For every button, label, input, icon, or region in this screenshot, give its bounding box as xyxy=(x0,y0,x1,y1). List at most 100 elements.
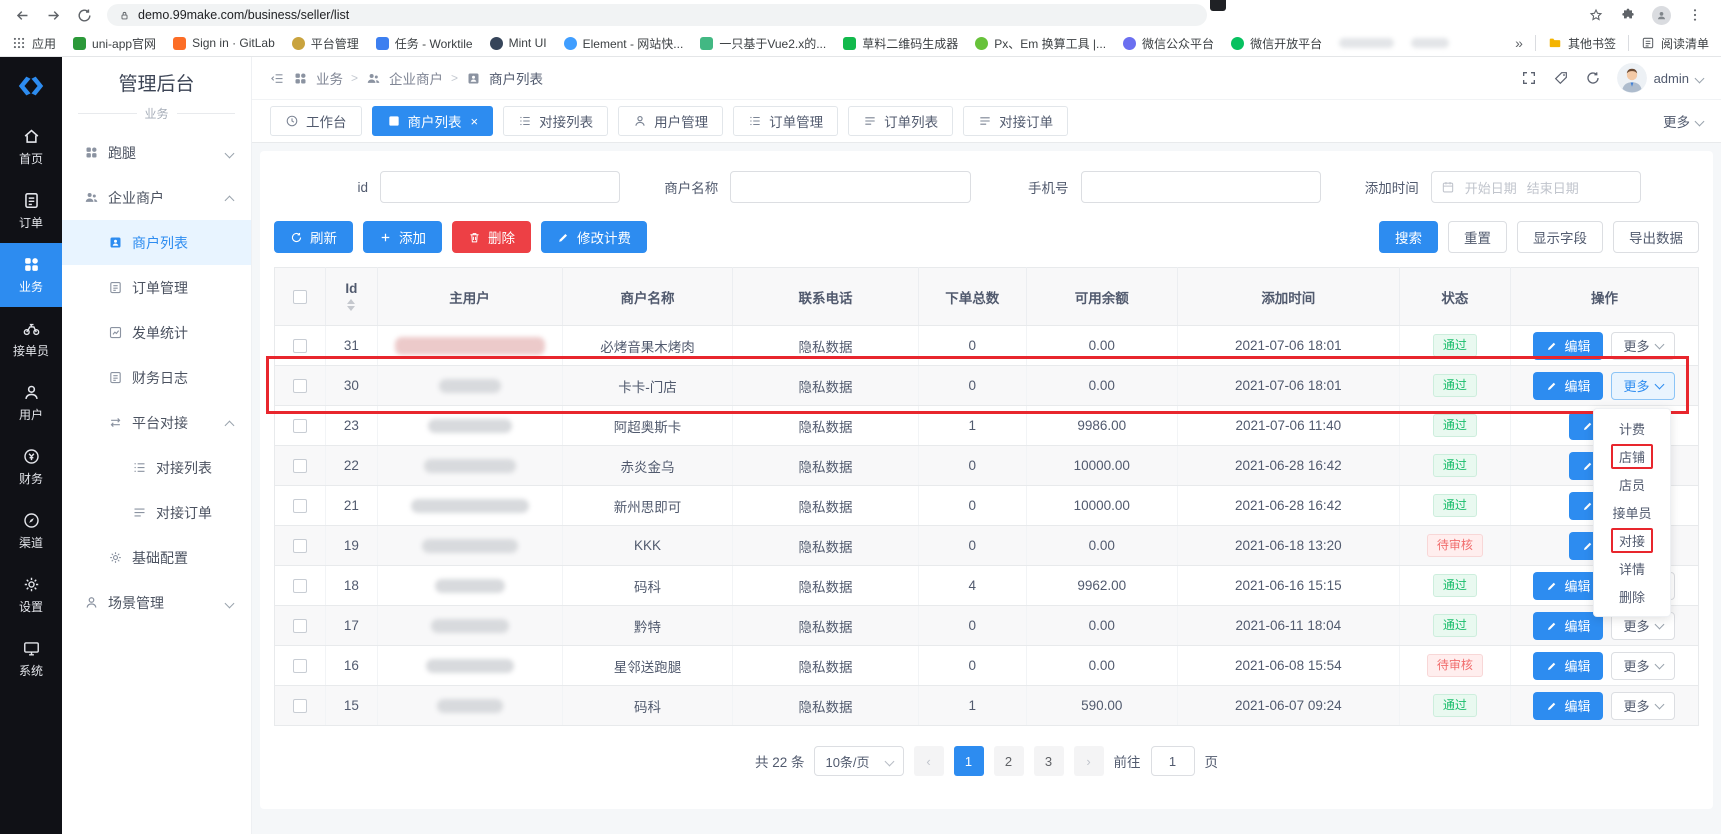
bookmark-wechat-open[interactable]: 微信开放平台 xyxy=(1231,35,1322,52)
tab-workbench[interactable]: 工作台 xyxy=(270,106,362,136)
more-button[interactable]: 更多 xyxy=(1611,332,1675,360)
rail-item-business[interactable]: 业务 xyxy=(0,243,62,307)
phone-filter-input[interactable] xyxy=(1081,171,1321,203)
select-all-checkbox[interactable] xyxy=(293,290,307,304)
sidebar-item-merchant-list[interactable]: 商户列表 xyxy=(62,220,251,265)
row-checkbox[interactable] xyxy=(293,539,307,553)
row-checkbox[interactable] xyxy=(293,699,307,713)
dropdown-item-connect[interactable]: 对接 xyxy=(1611,528,1653,553)
export-data-button[interactable]: 导出数据 xyxy=(1613,221,1699,253)
tab-merchant-list[interactable]: 商户列表× xyxy=(372,106,494,136)
modify-fee-button[interactable]: 修改计费 xyxy=(541,221,647,253)
prev-page-button[interactable]: ‹ xyxy=(914,746,944,776)
page-button-2[interactable]: 2 xyxy=(994,746,1024,776)
bookmark-platform[interactable]: 平台管理 xyxy=(292,35,359,52)
row-checkbox[interactable] xyxy=(293,339,307,353)
row-checkbox[interactable] xyxy=(293,499,307,513)
refresh-icon[interactable] xyxy=(1585,70,1601,86)
tab-order-list[interactable]: 订单列表 xyxy=(848,106,953,136)
tab-connect-list[interactable]: 对接列表 xyxy=(503,106,608,136)
sidebar-item-finance-log[interactable]: 财务日志 xyxy=(62,355,251,400)
bookmark-pxem[interactable]: Px、Em 换算工具 |... xyxy=(975,35,1106,52)
sidebar-item-dispatch-stats[interactable]: 发单统计 xyxy=(62,310,251,355)
dropdown-item-shop[interactable]: 店铺 xyxy=(1611,444,1653,469)
edit-button[interactable]: 编辑 xyxy=(1533,692,1603,720)
dropdown-item-billing[interactable]: 计费 xyxy=(1613,416,1651,441)
tab-connect-orders[interactable]: 对接订单 xyxy=(963,106,1068,136)
bookmark-star-icon[interactable] xyxy=(1588,7,1604,23)
breadcrumb-item[interactable]: 企业商户 xyxy=(389,68,443,88)
next-page-button[interactable]: › xyxy=(1074,746,1104,776)
row-checkbox[interactable] xyxy=(293,459,307,473)
edit-button[interactable]: 编辑 xyxy=(1533,372,1603,400)
sort-icon[interactable] xyxy=(347,299,355,311)
sidebar-item-merchants[interactable]: 企业商户 xyxy=(62,175,251,220)
rail-item-channels[interactable]: 渠道 xyxy=(0,499,62,563)
row-checkbox[interactable] xyxy=(293,379,307,393)
extensions-puzzle-icon[interactable] xyxy=(1620,7,1636,23)
tab-user-mgmt[interactable]: 用户管理 xyxy=(618,106,723,136)
delete-button[interactable]: 删除 xyxy=(452,221,531,253)
bookmark-element[interactable]: Element - 网站快... xyxy=(564,35,684,52)
bookmark-qrcode[interactable]: 草料二维码生成器 xyxy=(843,35,958,52)
rail-item-orders[interactable]: 订单 xyxy=(0,179,62,243)
dropdown-item-clerk[interactable]: 店员 xyxy=(1613,472,1651,497)
back-icon[interactable] xyxy=(14,7,31,24)
tabs-more-button[interactable]: 更多 xyxy=(1663,111,1703,131)
refresh-button[interactable]: 刷新 xyxy=(274,221,353,253)
row-checkbox[interactable] xyxy=(293,659,307,673)
dropdown-item-delete[interactable]: 删除 xyxy=(1613,584,1651,609)
close-icon[interactable]: × xyxy=(471,114,479,129)
more-button[interactable]: 更多 xyxy=(1611,652,1675,680)
tab-order-mgmt[interactable]: 订单管理 xyxy=(733,106,838,136)
id-filter-input[interactable] xyxy=(380,171,620,203)
edit-button[interactable]: 编辑 xyxy=(1533,332,1603,360)
sidebar-item-connect-list[interactable]: 对接列表 xyxy=(62,445,251,490)
row-checkbox[interactable] xyxy=(293,579,307,593)
goto-page-input[interactable] xyxy=(1151,746,1195,776)
reading-list-button[interactable]: 阅读清单 xyxy=(1641,35,1709,52)
edit-button[interactable]: 编辑 xyxy=(1533,652,1603,680)
bookmark-worktile[interactable]: 任务 - Worktile xyxy=(376,35,473,52)
merchant-name-filter-input[interactable] xyxy=(730,171,970,203)
dropdown-item-detail[interactable]: 详情 xyxy=(1613,556,1651,581)
rail-item-settings[interactable]: 设置 xyxy=(0,563,62,627)
rail-item-finance[interactable]: 财务 xyxy=(0,435,62,499)
sidebar-item-scene-mgmt[interactable]: 场景管理 xyxy=(62,580,251,625)
bookmark-vue[interactable]: 一只基于Vue2.x的... xyxy=(700,35,826,52)
bookmark-uniapp[interactable]: uni-app官网 xyxy=(73,35,156,52)
sidebar-item-order-mgmt[interactable]: 订单管理 xyxy=(62,265,251,310)
bookmark-apps[interactable]: 应用 xyxy=(12,35,56,52)
add-button[interactable]: 添加 xyxy=(363,221,442,253)
search-button[interactable]: 搜索 xyxy=(1379,221,1438,253)
row-checkbox[interactable] xyxy=(293,619,307,633)
fullscreen-icon[interactable] xyxy=(1521,70,1537,86)
reload-icon[interactable] xyxy=(76,7,93,24)
collapse-sidebar-icon[interactable] xyxy=(270,71,285,86)
more-button[interactable]: 更多 xyxy=(1611,692,1675,720)
other-bookmarks-button[interactable]: 其他书签 xyxy=(1548,35,1616,52)
bookmark-gitlab[interactable]: Sign in · GitLab xyxy=(173,36,275,50)
rail-item-system[interactable]: 系统 xyxy=(0,627,62,691)
dropdown-item-courier[interactable]: 接单员 xyxy=(1606,500,1657,525)
rail-item-home[interactable]: 首页 xyxy=(0,115,62,179)
sidebar-item-base-config[interactable]: 基础配置 xyxy=(62,535,251,580)
browser-profile-avatar[interactable] xyxy=(1652,6,1671,25)
bookmarks-overflow[interactable]: » xyxy=(1515,35,1523,51)
page-button-1[interactable]: 1 xyxy=(954,746,984,776)
browser-menu-icon[interactable] xyxy=(1687,7,1703,23)
per-page-select[interactable]: 10条/页 xyxy=(814,746,903,776)
more-button-open[interactable]: 更多 xyxy=(1611,372,1675,400)
sidebar-item-connect-orders[interactable]: 对接订单 xyxy=(62,490,251,535)
sidebar-item-platform-connect[interactable]: 平台对接 xyxy=(62,400,251,445)
row-checkbox[interactable] xyxy=(293,419,307,433)
bookmark-mintui[interactable]: Mint UI xyxy=(490,36,547,50)
address-bar[interactable]: demo.99make.com/business/seller/list xyxy=(107,4,1207,26)
forward-icon[interactable] xyxy=(45,7,62,24)
reset-button[interactable]: 重置 xyxy=(1448,221,1507,253)
rail-item-users[interactable]: 用户 xyxy=(0,371,62,435)
breadcrumb-item[interactable]: 业务 xyxy=(316,68,343,88)
rail-item-couriers[interactable]: 接单员 xyxy=(0,307,62,371)
page-button-3[interactable]: 3 xyxy=(1034,746,1064,776)
edit-button[interactable]: 编辑 xyxy=(1533,612,1603,640)
